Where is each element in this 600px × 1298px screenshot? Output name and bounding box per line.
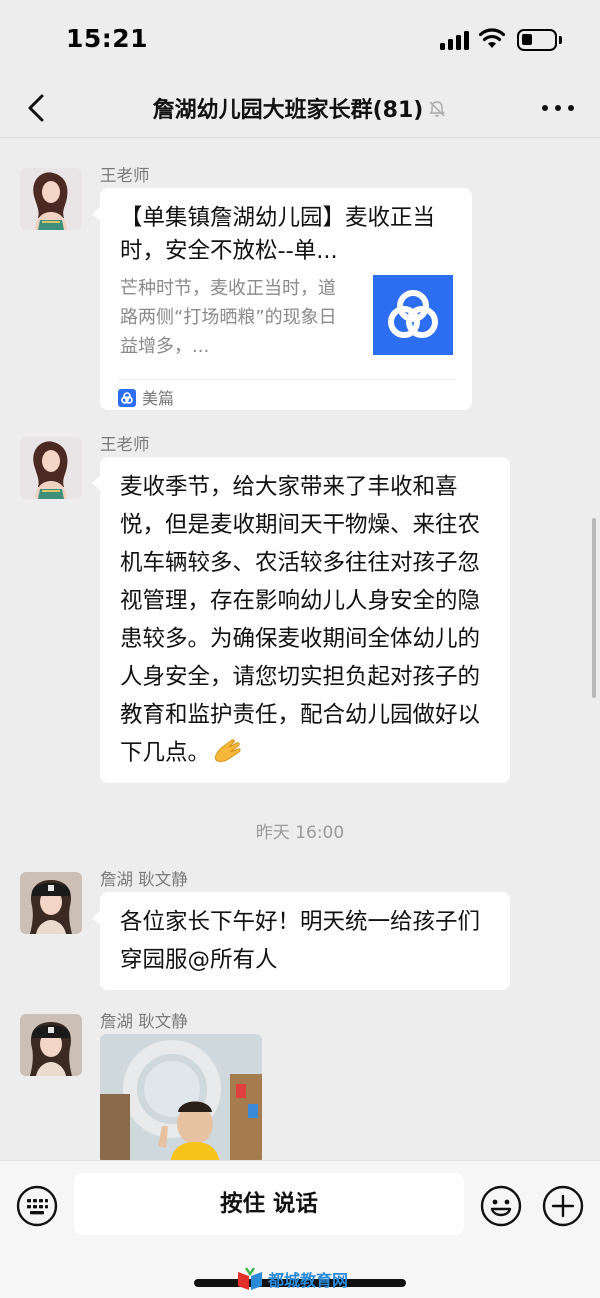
avatar[interactable]: [20, 872, 82, 934]
avatar[interactable]: [20, 437, 82, 499]
chat-title-wrapper: 詹湖幼儿园大班家长群(81): [0, 92, 600, 124]
chat-title: 詹湖幼儿园大班家长群(81): [152, 98, 424, 123]
photo-message-thumbnail[interactable]: [100, 1034, 262, 1164]
hold-to-talk-button[interactable]: 按住 说话: [74, 1173, 464, 1235]
status-time: 15:21: [66, 24, 149, 53]
message-bubble[interactable]: 各位家长下午好！明天统一给孩子们穿园服@所有人: [92, 892, 510, 990]
scrollbar[interactable]: [592, 518, 596, 698]
card-divider: [118, 379, 454, 380]
plus-icon[interactable]: [542, 1185, 584, 1227]
input-bar: 按住 说话 都城教育网: [0, 1160, 600, 1298]
emoji-icon[interactable]: [480, 1185, 522, 1227]
sender-name: 詹湖 耿文静: [100, 870, 188, 889]
watermark-book-icon: [238, 1267, 262, 1290]
mute-icon: [429, 101, 446, 117]
meipian-icon: [118, 389, 136, 407]
link-card-description: 芒种时节，麦收正当时，道路两侧“打场晒粮”的现象日益增多，...: [120, 278, 337, 357]
cellular-signal-icon: [440, 30, 470, 50]
meipian-logo-thumbnail: [373, 275, 453, 355]
message-bubble[interactable]: 麦收季节，给大家带来了丰收和喜悦，但是麦收期间天干物燥、来往农机车辆较多、农活较…: [92, 457, 510, 783]
clapping-hands-emoji-icon: [215, 739, 241, 762]
battery-icon: [517, 29, 562, 51]
avatar[interactable]: [20, 168, 82, 230]
chat-timestamp: 昨天 16:00: [255, 823, 345, 843]
message-text: 各位家长下午好！明天统一给孩子们穿园服@所有人: [120, 909, 481, 973]
sender-name: 王老师: [100, 435, 150, 454]
link-card-title: 【单集镇詹湖幼儿园】麦收正当时，安全不放松--单...: [120, 205, 436, 264]
sender-name: 王老师: [100, 166, 150, 185]
keyboard-icon[interactable]: [16, 1185, 58, 1227]
message-text: 麦收季节，给大家带来了丰收和喜悦，但是麦收期间天干物燥、来往农机车辆较多、农活较…: [120, 474, 481, 766]
avatar[interactable]: [20, 1014, 82, 1076]
wifi-icon: [478, 28, 506, 48]
link-card-source-name: 美篇: [142, 389, 175, 408]
status-bar: 15:21: [0, 0, 600, 78]
chat-header: 詹湖幼儿园大班家长群(81): [0, 78, 600, 138]
more-icon[interactable]: [542, 98, 574, 118]
link-card-source: 美篇: [118, 385, 174, 409]
watermark-text: 都城教育网: [268, 1271, 349, 1290]
link-card[interactable]: 【单集镇詹湖幼儿园】麦收正当时，安全不放松--单... 芒种时节，麦收正当时，道…: [92, 188, 472, 410]
sender-name: 詹湖 耿文静: [100, 1012, 188, 1031]
watermark: 都城教育网: [236, 1265, 348, 1293]
